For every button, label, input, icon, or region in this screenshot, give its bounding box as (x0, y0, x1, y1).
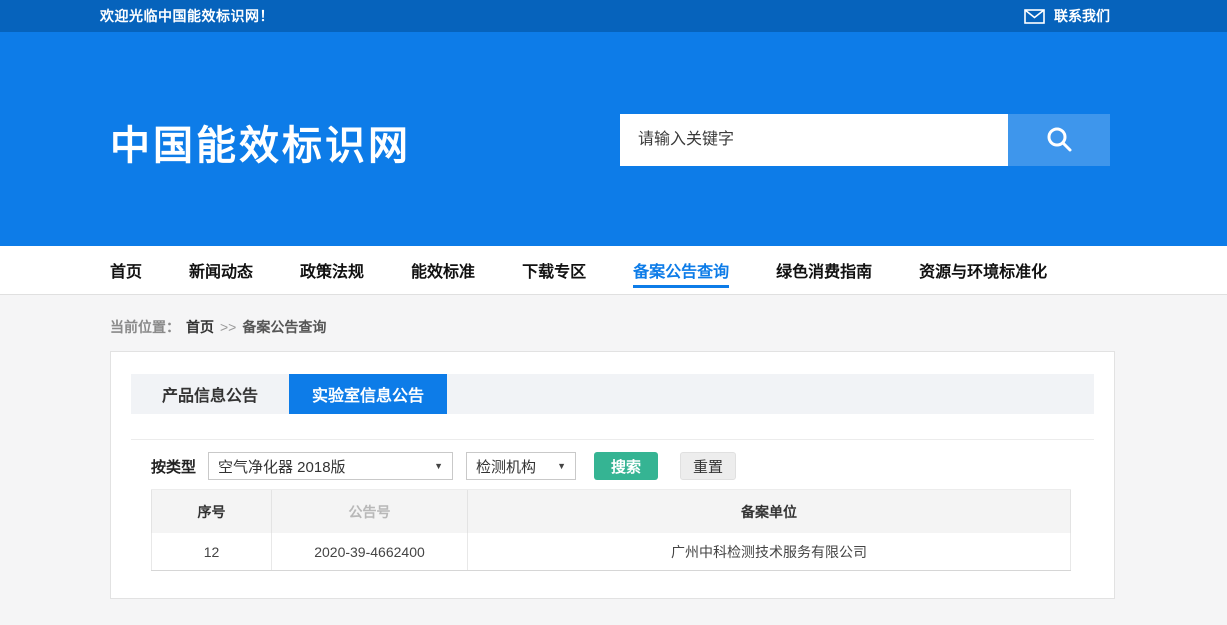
filter-search-button[interactable]: 搜索 (594, 452, 658, 480)
nav-item-standards[interactable]: 能效标准 (411, 246, 475, 294)
cell-announcement-no: 2020-39-4662400 (271, 533, 467, 570)
org-select-value: 检测机构 (476, 456, 536, 477)
nav-item-downloads[interactable]: 下载专区 (522, 246, 586, 294)
site-header: 中国能效标识网 (0, 32, 1227, 246)
org-select[interactable]: 检测机构 ▼ (466, 452, 576, 480)
panel-divider (131, 439, 1094, 440)
envelope-icon (1024, 9, 1045, 24)
filter-type-label: 按类型 (151, 456, 196, 477)
cell-serial: 12 (151, 533, 271, 570)
welcome-text: 欢迎光临中国能效标识网！ (100, 6, 274, 26)
chevron-down-icon: ▼ (434, 461, 443, 471)
table-header-row: 序号 公告号 备案单位 (151, 489, 1071, 533)
query-panel: 产品信息公告 实验室信息公告 按类型 空气净化器 2018版 ▼ 检测机构 ▼ … (110, 351, 1115, 599)
main-nav: 首页 新闻动态 政策法规 能效标准 下载专区 备案公告查询 绿色消费指南 资源与… (0, 246, 1227, 295)
table-row: 12 2020-39-4662400 广州中科检测技术服务有限公司 (151, 533, 1071, 571)
search-input[interactable] (620, 114, 1008, 166)
nav-item-record-query[interactable]: 备案公告查询 (633, 246, 729, 294)
header-record-unit: 备案单位 (467, 490, 1071, 533)
cell-record-unit: 广州中科检测技术服务有限公司 (467, 533, 1071, 570)
nav-item-home[interactable]: 首页 (110, 246, 142, 294)
type-select-value: 空气净化器 2018版 (218, 456, 346, 477)
type-select[interactable]: 空气净化器 2018版 ▼ (208, 452, 453, 480)
chevron-down-icon: ▼ (557, 461, 566, 471)
nav-item-news[interactable]: 新闻动态 (189, 246, 253, 294)
tab-bar: 产品信息公告 实验室信息公告 (131, 374, 1094, 414)
nav-item-resources-env[interactable]: 资源与环境标准化 (919, 246, 1047, 294)
header-announcement-no: 公告号 (271, 490, 467, 533)
results-table: 序号 公告号 备案单位 12 2020-39-4662400 广州中科检测技术服… (151, 489, 1071, 571)
breadcrumb-current: 备案公告查询 (242, 317, 326, 337)
tab-product-info[interactable]: 产品信息公告 (131, 374, 289, 414)
filter-row: 按类型 空气净化器 2018版 ▼ 检测机构 ▼ 搜索 重置 (151, 452, 1094, 480)
breadcrumb-separator: >> (220, 319, 236, 335)
breadcrumb-prefix: 当前位置： (110, 317, 180, 337)
header-serial: 序号 (151, 490, 271, 533)
breadcrumb: 当前位置： 首页 >> 备案公告查询 (0, 295, 1227, 337)
topbar: 欢迎光临中国能效标识网！ 联系我们 (0, 0, 1227, 32)
search-button[interactable] (1008, 114, 1110, 166)
contact-us-link[interactable]: 联系我们 (1024, 6, 1110, 26)
nav-item-green-guide[interactable]: 绿色消费指南 (776, 246, 872, 294)
site-logo[interactable]: 中国能效标识网 (110, 113, 411, 171)
tab-lab-info[interactable]: 实验室信息公告 (289, 374, 447, 414)
filter-reset-button[interactable]: 重置 (680, 452, 736, 480)
search-box (620, 114, 1110, 166)
contact-us-label: 联系我们 (1054, 6, 1110, 26)
nav-item-policy[interactable]: 政策法规 (300, 246, 364, 294)
breadcrumb-home-link[interactable]: 首页 (186, 317, 214, 337)
magnifier-icon (1045, 125, 1073, 156)
